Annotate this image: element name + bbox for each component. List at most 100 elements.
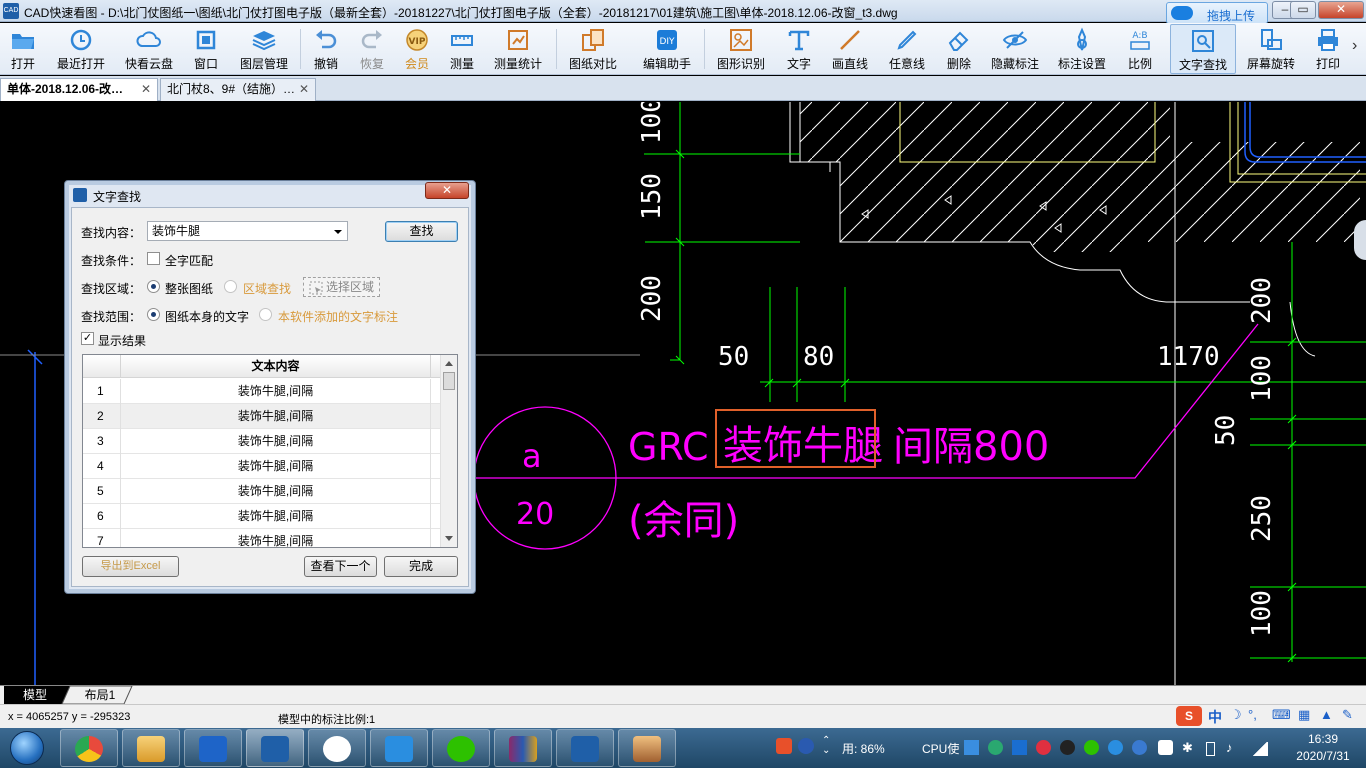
punctuation-icon[interactable]: °, <box>1248 707 1257 722</box>
chevron-down-icon[interactable] <box>334 230 342 234</box>
table-row[interactable]: 7 装饰牛腿,间隔 <box>83 529 441 547</box>
whole-drawing-radio[interactable] <box>147 280 160 293</box>
measure-stats-button[interactable]: 测量统计 <box>490 24 546 74</box>
table-row[interactable]: 3 装饰牛腿,间隔 <box>83 429 441 454</box>
layer-manager-button[interactable]: 图层管理 <box>236 24 292 74</box>
window-button[interactable]: 窗口 <box>186 24 226 74</box>
tab-layout1[interactable]: 布局1 <box>70 686 130 704</box>
wrench-icon[interactable]: ✎ <box>1342 707 1353 723</box>
select-area-button[interactable]: 选择区域 <box>303 277 380 297</box>
close-tab-icon[interactable]: ✕ <box>299 79 309 99</box>
tray-app-icon[interactable] <box>1132 740 1147 755</box>
tray-netease-icon[interactable] <box>1036 740 1051 755</box>
taskbar-t-app[interactable] <box>370 729 428 767</box>
search-content-combo[interactable]: 装饰牛腿 <box>147 221 348 241</box>
maximize-button[interactable]: ▭ <box>1290 1 1316 19</box>
show-results-checkbox[interactable]: ✓ <box>81 332 94 345</box>
tray-qq-icon[interactable] <box>1060 740 1075 755</box>
table-row[interactable]: 1 装饰牛腿,间隔 <box>83 379 441 404</box>
tray-netdisk-icon[interactable] <box>1158 740 1173 755</box>
table-row[interactable]: 5 装饰牛腿,间隔 <box>83 479 441 504</box>
freehand-line-button[interactable]: 任意线 <box>882 24 932 74</box>
drawing-text-radio[interactable] <box>147 308 160 321</box>
full-match-checkbox[interactable] <box>147 252 160 265</box>
drawing-compare-button[interactable]: 图纸对比 <box>564 24 622 74</box>
tray-app-icon[interactable] <box>1012 740 1027 755</box>
vip-button[interactable]: VIP 会员 <box>398 24 436 74</box>
tray-app-icon[interactable] <box>1108 740 1123 755</box>
taskbar-winrar[interactable] <box>494 729 552 767</box>
tray-wechat-icon[interactable] <box>1084 740 1099 755</box>
close-window-button[interactable]: ✕ <box>1318 1 1364 19</box>
tray-app-icon[interactable] <box>964 740 979 755</box>
recent-open-button[interactable]: 最近打开 <box>52 24 110 74</box>
tab-label: 北门杖8、9#（结施）… <box>167 82 296 96</box>
screen-rotate-button[interactable]: 屏幕旋转 <box>1242 24 1300 74</box>
shirt-icon[interactable]: ▲ <box>1320 707 1333 722</box>
taskbar-cad-viewer[interactable] <box>246 729 304 767</box>
taskbar-baidu-netdisk[interactable] <box>308 729 366 767</box>
sogou-tray-icon[interactable] <box>776 738 792 754</box>
region-search-radio[interactable] <box>224 280 237 293</box>
find-button[interactable]: 查找 <box>385 221 458 242</box>
ime-lang-toggle[interactable]: 中 <box>1208 707 1222 727</box>
scroll-thumb[interactable] <box>443 372 455 390</box>
taskbar-wps-writer[interactable] <box>184 729 242 767</box>
taskbar-chrome[interactable] <box>60 729 118 767</box>
view-next-button[interactable]: 查看下一个 <box>304 556 377 577</box>
taskbar-wechat[interactable] <box>432 729 490 767</box>
taskbar-cad-viewer-2[interactable] <box>556 729 614 767</box>
whole-drawing-label: 整张图纸 <box>165 282 214 296</box>
scale-button[interactable]: A:B 比例 <box>1120 24 1160 74</box>
close-tab-icon[interactable]: ✕ <box>141 79 151 99</box>
help-tray-icon[interactable] <box>798 738 814 754</box>
hide-annotation-button[interactable]: 隐藏标注 <box>986 24 1044 74</box>
done-button[interactable]: 完成 <box>384 556 458 577</box>
battery-icon[interactable] <box>1206 742 1215 756</box>
text-search-button[interactable]: 文字查找 <box>1170 24 1236 74</box>
edit-assistant-button[interactable]: DIY 编辑助手 <box>638 24 696 74</box>
undo-button[interactable]: 撤销 <box>306 24 346 74</box>
export-excel-button[interactable]: 导出到Excel <box>82 556 179 577</box>
moon-icon[interactable]: ☽ <box>1230 707 1242 723</box>
tab-model[interactable]: 模型 <box>8 686 62 704</box>
delete-button[interactable]: 删除 <box>940 24 978 74</box>
bluetooth-icon[interactable]: ✱ <box>1182 740 1193 756</box>
start-button[interactable] <box>4 729 50 767</box>
dialog-title-bar[interactable]: 文字查找 <box>71 185 469 205</box>
taskbar-explorer[interactable] <box>122 729 180 767</box>
drag-upload-button[interactable]: 拖拽上传 <box>1166 2 1268 24</box>
keyboard-icon[interactable]: ⌨ <box>1272 707 1291 723</box>
table-row[interactable]: 4 装饰牛腿,间隔 <box>83 454 441 479</box>
tray-expand-icon[interactable]: ⌃ ⌄ <box>822 736 830 756</box>
draw-line-button[interactable]: 画直线 <box>826 24 874 74</box>
table-row[interactable]: 6 装饰牛腿,间隔 <box>83 504 441 529</box>
open-button[interactable]: 打开 <box>0 24 46 74</box>
measure-button[interactable]: 测量 <box>442 24 482 74</box>
sogou-ime-icon[interactable]: S <box>1176 706 1202 726</box>
skin-icon[interactable]: ▦ <box>1298 707 1310 723</box>
scroll-up-icon[interactable] <box>445 361 453 366</box>
shape-recognize-button[interactable]: 图形识别 <box>712 24 770 74</box>
tray-app-icon[interactable] <box>988 740 1003 755</box>
taskbar-clock[interactable]: 16:39 2020/7/31 <box>1290 731 1356 765</box>
volume-icon[interactable]: ♪ <box>1226 740 1233 755</box>
results-scrollbar[interactable] <box>440 355 457 547</box>
side-panel-handle[interactable] <box>1354 220 1366 260</box>
added-annotation-radio[interactable] <box>259 308 272 321</box>
cloud-disk-button[interactable]: 快看云盘 <box>120 24 178 74</box>
scroll-down-icon[interactable] <box>445 536 453 541</box>
taskbar-game[interactable] <box>618 729 676 767</box>
tab-single-building[interactable]: 单体-2018.12.06-改… ✕ <box>0 78 158 101</box>
text-button[interactable]: 文字 <box>780 24 818 74</box>
table-row[interactable]: 2 装饰牛腿,间隔 <box>83 404 441 429</box>
tab-structural-drawing[interactable]: 北门杖8、9#（结施）… ✕ <box>160 78 316 101</box>
note-line2-text: (余同) <box>628 498 739 544</box>
redo-button[interactable]: 恢复 <box>352 24 392 74</box>
dialog-close-button[interactable]: ✕ <box>425 182 469 199</box>
print-button[interactable]: 打印 <box>1308 24 1348 74</box>
network-signal-icon[interactable] <box>1252 742 1268 756</box>
app-logo-icon: CAD <box>3 3 19 19</box>
annotation-settings-button[interactable]: 标注设置 <box>1052 24 1112 74</box>
toolbar-overflow-icon[interactable]: › <box>1352 37 1357 55</box>
